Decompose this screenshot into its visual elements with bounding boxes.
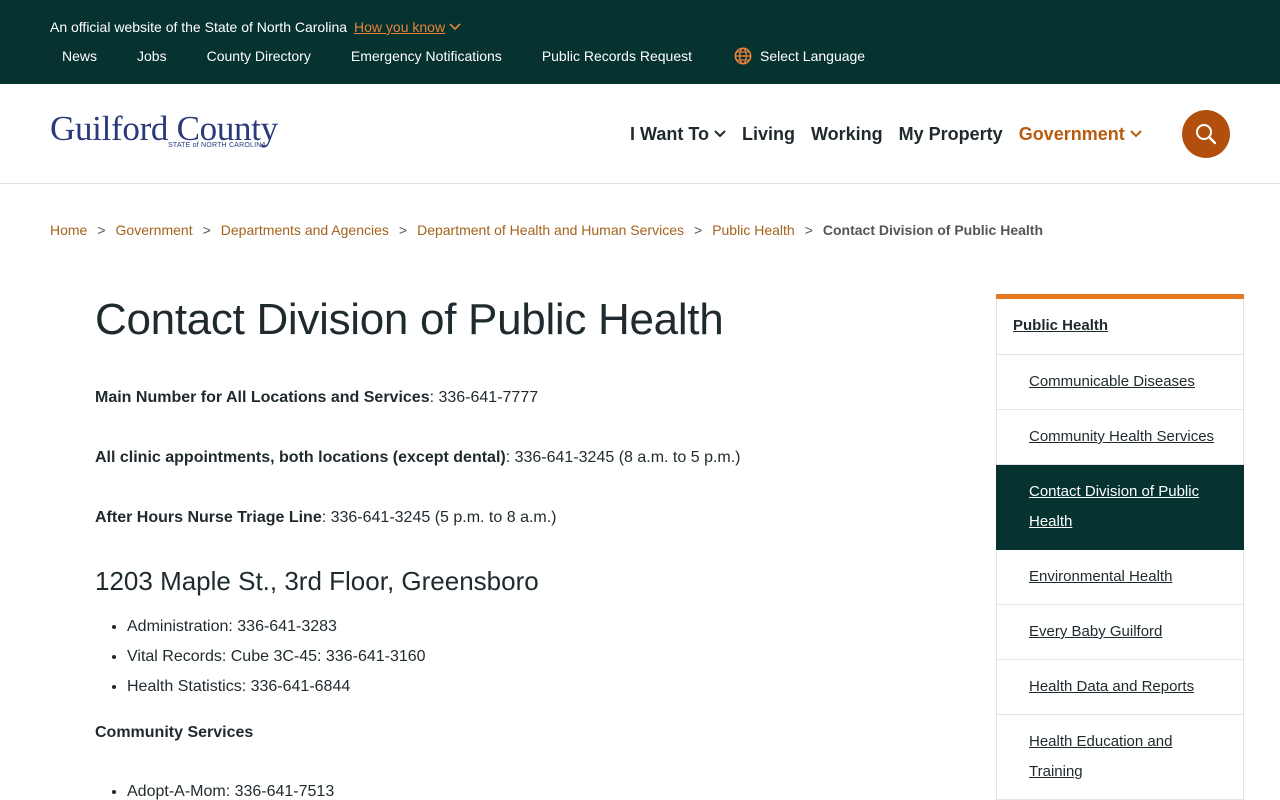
sidebar-heading-public-health[interactable]: Public Health — [996, 299, 1244, 355]
sidebar-item-environmental-health[interactable]: Environmental Health — [996, 550, 1244, 605]
guilford-county-logo[interactable]: Guilford County STATE of NORTH CAROLINA — [50, 110, 310, 160]
breadcrumb-separator: > — [694, 222, 703, 238]
list-item: Health Statistics: 336-641-6844 — [127, 672, 426, 702]
main-number-value: : 336-641-7777 — [429, 389, 539, 406]
clinic-appointments-label: All clinic appointments, both locations … — [95, 449, 506, 466]
breadcrumb-home[interactable]: Home — [50, 220, 87, 240]
search-button[interactable] — [1182, 110, 1230, 158]
utility-link-news[interactable]: News — [62, 46, 97, 66]
chevron-down-icon — [1130, 130, 1142, 138]
breadcrumb-separator: > — [97, 222, 106, 238]
nav-i-want-to-label: I Want To — [630, 124, 709, 144]
sidebar-item-contact-division[interactable]: Contact Division of Public Health — [996, 465, 1244, 550]
nurse-triage-label: After Hours Nurse Triage Line — [95, 509, 322, 526]
official-banner: An official website of the State of Nort… — [0, 0, 1280, 84]
search-icon — [1196, 124, 1217, 145]
breadcrumb-public-health[interactable]: Public Health — [712, 220, 795, 240]
section-sidebar-nav: Public Health Communicable Diseases Comm… — [996, 294, 1244, 800]
select-language-button[interactable]: Select Language — [734, 46, 865, 66]
location-heading: 1203 Maple St., 3rd Floor, Greensboro — [95, 566, 539, 596]
location-contact-list: Administration: 336-641-3283 Vital Recor… — [127, 612, 426, 702]
official-site-text: An official website of the State of Nort… — [50, 19, 348, 35]
select-language-label: Select Language — [760, 48, 866, 64]
breadcrumb-current: Contact Division of Public Health — [822, 222, 1044, 238]
nurse-triage-value: : 336-641-3245 (5 p.m. to 8 a.m.) — [321, 509, 557, 526]
nav-working[interactable]: Working — [811, 122, 883, 146]
sidebar-item-community-health-services[interactable]: Community Health Services — [996, 410, 1244, 465]
breadcrumb-separator: > — [804, 222, 813, 238]
utility-nav: News Jobs County Directory Emergency Not… — [62, 46, 905, 66]
breadcrumb-government[interactable]: Government — [116, 220, 193, 240]
main-nav: I Want To Living Working My Property Gov… — [630, 122, 1158, 146]
official-site-notice: An official website of the State of Nort… — [50, 17, 461, 37]
community-services-list: Adopt-A-Mom: 336-641-7513 — [127, 777, 334, 800]
sidebar-item-communicable-diseases[interactable]: Communicable Diseases — [996, 355, 1244, 410]
chevron-down-icon — [714, 130, 726, 138]
globe-icon — [734, 47, 752, 65]
nav-living[interactable]: Living — [742, 122, 795, 146]
nurse-triage-line: After Hours Nurse Triage Line: 336-641-3… — [95, 506, 557, 530]
breadcrumb-separator: > — [398, 222, 408, 238]
logo-state: STATE of NORTH CAROLINA — [168, 142, 267, 149]
chevron-down-icon — [449, 23, 461, 31]
main-number: Main Number for All Locations and Servic… — [95, 386, 538, 410]
breadcrumb-dhhs[interactable]: Department of Health and Human Services — [417, 220, 684, 240]
page-title: Contact Division of Public Health — [95, 295, 724, 344]
nav-my-property[interactable]: My Property — [899, 122, 1003, 146]
nav-government-label: Government — [1018, 124, 1125, 144]
sidebar-item-every-baby-guilford[interactable]: Every Baby Guilford — [996, 605, 1244, 660]
list-item: Vital Records: Cube 3C-45: 336-641-3160 — [127, 642, 426, 672]
how-you-know-toggle[interactable]: How you know — [354, 17, 461, 37]
main-number-label: Main Number for All Locations and Servic… — [95, 389, 430, 406]
how-you-know-label: How you know — [354, 19, 446, 35]
utility-link-jobs[interactable]: Jobs — [137, 46, 167, 66]
utility-link-county-directory[interactable]: County Directory — [207, 46, 311, 66]
list-item: Administration: 336-641-3283 — [127, 612, 426, 642]
clinic-appointments-value: : 336-641-3245 (8 a.m. to 5 p.m.) — [505, 449, 741, 466]
main-content: Contact Division of Public Health Main N… — [95, 290, 955, 800]
site-header: Guilford County STATE of NORTH CAROLINA … — [0, 84, 1280, 184]
utility-link-emergency-notifications[interactable]: Emergency Notifications — [351, 46, 502, 66]
community-services-heading: Community Services — [95, 724, 254, 741]
nav-government[interactable]: Government — [1019, 122, 1142, 146]
list-item: Adopt-A-Mom: 336-641-7513 — [127, 777, 334, 800]
breadcrumb: Home > Government > Departments and Agen… — [50, 220, 1043, 240]
breadcrumb-separator: > — [202, 222, 211, 238]
breadcrumb-departments[interactable]: Departments and Agencies — [221, 220, 389, 240]
nav-i-want-to[interactable]: I Want To — [630, 122, 726, 146]
utility-link-public-records-request[interactable]: Public Records Request — [542, 46, 692, 66]
sidebar-item-health-education-training[interactable]: Health Education and Training — [996, 715, 1244, 800]
sidebar-item-health-data-reports[interactable]: Health Data and Reports — [996, 660, 1244, 715]
clinic-appointments: All clinic appointments, both locations … — [95, 446, 741, 470]
